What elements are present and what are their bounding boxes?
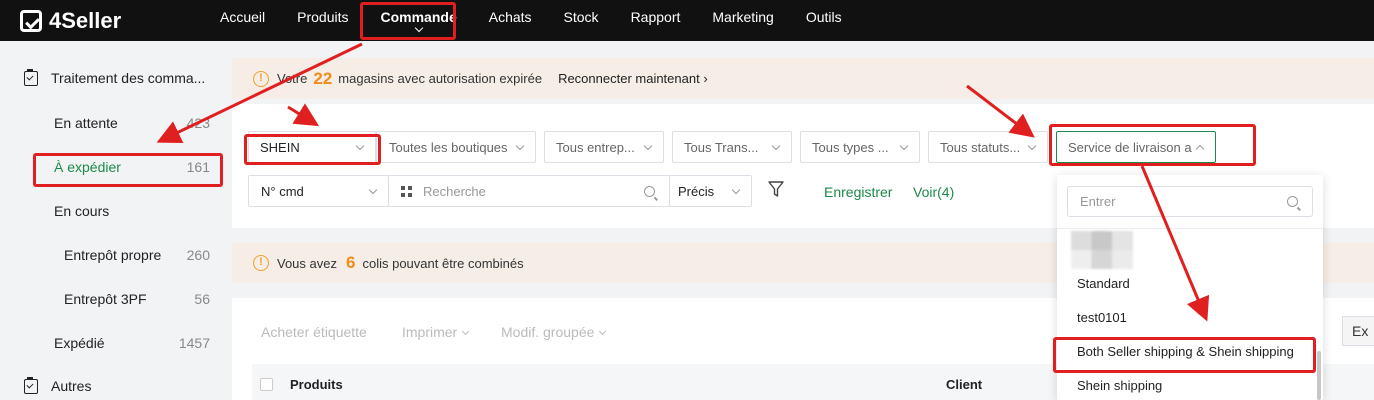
save-filter-button[interactable]: Enregistrer (824, 184, 892, 200)
main-menu: Accueil Produits Commande Achats Stock R… (204, 0, 858, 41)
bag-logo-icon (20, 9, 42, 32)
search-input[interactable]: Recherche (388, 175, 670, 207)
clipboard-check-icon (24, 68, 38, 86)
dropdown-option[interactable]: Standard (1077, 276, 1130, 291)
dropdown-search-input[interactable]: Entrer (1067, 186, 1313, 217)
sidebar-group-label: Autres (51, 378, 92, 394)
filter-icon[interactable] (768, 180, 784, 198)
chevron-down-icon (771, 141, 781, 151)
nav-item-achats[interactable]: Achats (473, 0, 548, 41)
sidebar-item-count: 56 (194, 291, 210, 307)
view-saved-filters-button[interactable]: Voir(4) (913, 184, 954, 200)
sidebar-item-label: Entrepôt propre (64, 247, 162, 263)
shop-select-value: Toutes les boutiques (389, 139, 508, 155)
annotation-box-platform (244, 134, 381, 165)
top-navigation-bar: 4Seller Accueil Produits Commande Achats… (0, 0, 1374, 41)
bulk-edit-dropdown[interactable]: Modif. groupée (501, 324, 607, 340)
banner-prefix: Vous avez (277, 255, 337, 271)
export-button[interactable]: Ex (1342, 316, 1374, 346)
nav-item-produits[interactable]: Produits (281, 0, 364, 41)
sidebar-item-pending[interactable]: En attente 423 (54, 113, 210, 133)
nav-item-accueil[interactable]: Accueil (204, 0, 281, 41)
blurred-option[interactable] (1071, 231, 1133, 269)
match-mode-select-value: Précis (678, 183, 715, 199)
sidebar-item-label: Entrepôt 3PF (64, 291, 147, 307)
column-header-client[interactable]: Client (946, 377, 982, 392)
expired-authorization-banner: ! Votre 22 magasins avec autorisation ex… (232, 58, 1374, 99)
clipboard-check-icon (24, 376, 38, 394)
transport-select-value: Tous Trans... (684, 139, 759, 155)
sidebar-group-label: Traitement des comma... (51, 70, 206, 86)
logo[interactable]: 4Seller (20, 8, 190, 34)
order-field-select[interactable]: N° cmd (248, 175, 389, 207)
chevron-down-icon (643, 141, 653, 151)
warehouse-select[interactable]: Tous entrep... (544, 131, 664, 163)
nav-item-marketing[interactable]: Marketing (696, 0, 789, 41)
order-field-select-value: N° cmd (261, 183, 304, 199)
search-input-placeholder: Recherche (423, 183, 486, 199)
nav-item-rapport[interactable]: Rapport (615, 0, 697, 41)
chevron-down-icon (515, 141, 525, 151)
search-icon[interactable] (644, 186, 655, 197)
warning-icon: ! (253, 70, 269, 87)
column-header-products[interactable]: Produits (290, 377, 343, 392)
print-dropdown[interactable]: Imprimer (402, 324, 470, 340)
type-select[interactable]: Tous types ... (800, 131, 920, 163)
sidebar-item-label: En cours (54, 203, 110, 219)
chevron-down-icon (1027, 141, 1037, 151)
dropdown-option[interactable]: Shein shipping (1077, 378, 1162, 393)
shop-select[interactable]: Toutes les boutiques (376, 131, 536, 163)
sidebar-item-own-warehouse[interactable]: Entrepôt propre 260 (64, 245, 210, 265)
annotation-box-delivery-service (1049, 124, 1256, 166)
warehouse-select-value: Tous entrep... (556, 139, 635, 155)
annotation-box-commande (360, 2, 456, 40)
select-all-checkbox[interactable] (260, 378, 273, 391)
combinable-package-count: 6 (346, 253, 356, 272)
sidebar: Traitement des comma... En attente 423 À… (0, 41, 222, 400)
sidebar-item-3pf-warehouse[interactable]: Entrepôt 3PF 56 (64, 289, 210, 309)
sidebar-group-order-processing[interactable]: Traitement des comma... (24, 68, 206, 86)
grid-icon (401, 185, 412, 197)
match-mode-select[interactable]: Précis (669, 175, 752, 207)
dropdown-option[interactable]: test0101 (1077, 310, 1127, 325)
annotation-box-to-ship (33, 153, 223, 187)
sidebar-item-label: En attente (54, 115, 118, 131)
transport-select[interactable]: Tous Trans... (672, 131, 792, 163)
sidebar-group-others[interactable]: Autres (24, 376, 92, 394)
sidebar-item-label: Expédié (54, 335, 105, 351)
sidebar-item-count: 423 (186, 115, 210, 131)
banner-text: colis pouvant être combinés (362, 255, 524, 271)
warning-icon: ! (253, 255, 269, 271)
sidebar-item-count: 260 (186, 247, 210, 263)
sidebar-item-count: 1457 (178, 335, 210, 351)
print-dropdown-label: Imprimer (402, 324, 458, 340)
status-select-value: Tous statuts... (940, 139, 1021, 155)
expired-store-count: 22 (313, 68, 333, 88)
dropdown-search-placeholder: Entrer (1080, 194, 1116, 209)
type-select-value: Tous types ... (812, 139, 889, 155)
chevron-down-icon (599, 327, 607, 336)
dropdown-scrollbar[interactable] (1317, 351, 1321, 400)
reconnect-link[interactable]: Reconnecter maintenant › (558, 71, 708, 86)
brand-name: 4Seller (49, 7, 122, 33)
chevron-down-icon (368, 185, 378, 195)
annotation-box-option (1053, 337, 1316, 373)
chevron-down-icon (731, 185, 741, 195)
bulk-edit-dropdown-label: Modif. groupée (501, 324, 595, 340)
divider (1057, 228, 1323, 229)
sidebar-item-shipped[interactable]: Expédié 1457 (54, 333, 210, 353)
status-select[interactable]: Tous statuts... (928, 131, 1048, 163)
nav-item-stock[interactable]: Stock (548, 0, 615, 41)
chevron-down-icon (462, 327, 470, 336)
search-icon (1287, 196, 1298, 207)
banner-prefix: Votre (277, 71, 308, 86)
nav-item-outils[interactable]: Outils (790, 0, 858, 41)
chevron-down-icon (899, 141, 909, 151)
sidebar-item-in-progress[interactable]: En cours (54, 201, 210, 221)
banner-text: magasins avec autorisation expirée (338, 71, 543, 86)
buy-label-button[interactable]: Acheter étiquette (261, 324, 367, 340)
